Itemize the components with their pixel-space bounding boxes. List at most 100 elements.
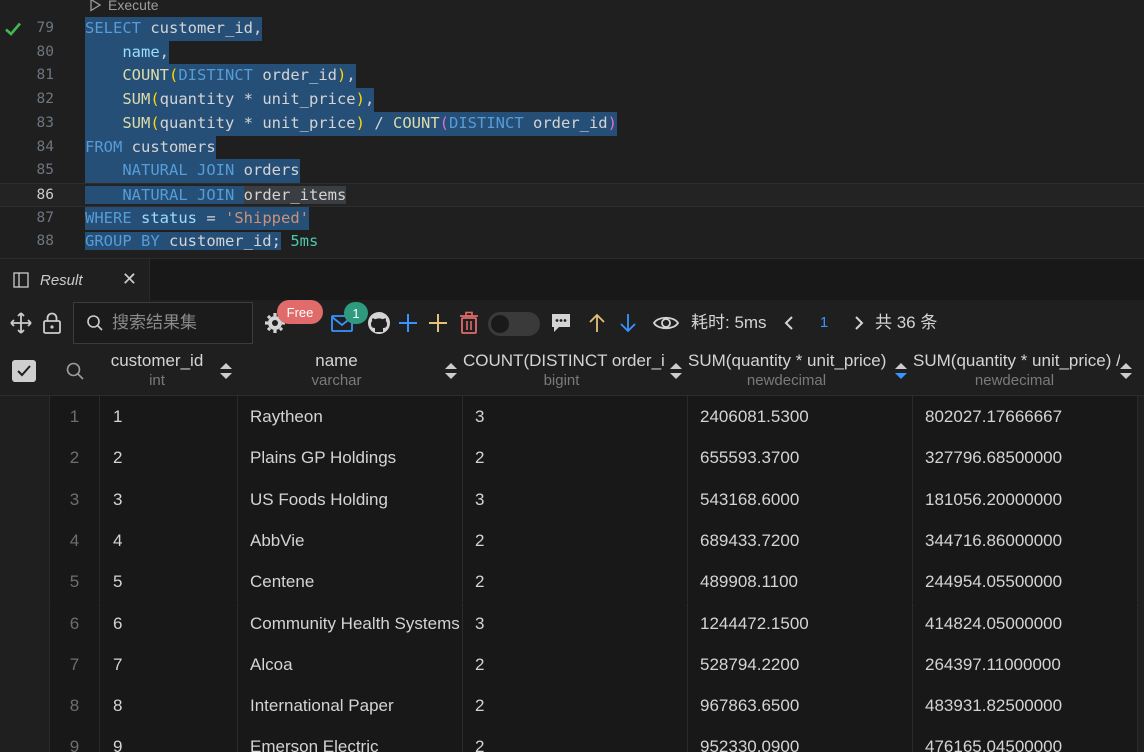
search-icon — [87, 315, 103, 331]
cell-avg-order[interactable]: 181056.20000000 — [913, 478, 1138, 520]
column-header-name[interactable]: name varchar — [238, 346, 463, 396]
code-line: 83 SUM(quantity * unit_price) / COUNT(DI… — [0, 111, 1144, 136]
cell-avg-order[interactable]: 476165.04500000 — [913, 726, 1138, 752]
arrow-down-icon[interactable] — [617, 300, 639, 346]
cell-customer-id[interactable]: 5 — [100, 561, 238, 603]
select-all-checkbox[interactable] — [12, 360, 36, 382]
cell-name[interactable]: US Foods Holding — [238, 478, 463, 520]
arrow-up-icon[interactable] — [586, 300, 608, 346]
cell-name[interactable]: AbbVie — [238, 519, 463, 562]
cell-order-count[interactable]: 2 — [463, 519, 688, 562]
cell-order-count[interactable]: 3 — [463, 478, 688, 520]
duration-hint: 5ms — [290, 232, 319, 251]
column-header-customer-id[interactable]: customer_id int — [100, 346, 238, 396]
cell-avg-order[interactable]: 344716.86000000 — [913, 519, 1138, 562]
table-row[interactable]: 9 9 Emerson Electric 2 952330.0900 476165.045… — [0, 726, 1144, 752]
cell-name[interactable]: Raytheon — [238, 396, 463, 438]
cell-order-count[interactable]: 2 — [463, 437, 688, 479]
lock-icon[interactable] — [40, 300, 64, 346]
mail-count-badge: 1 — [344, 302, 368, 324]
sort-icon[interactable] — [218, 360, 234, 382]
line-number: 83 — [36, 114, 54, 131]
cell-sum-total[interactable]: 655593.3700 — [688, 437, 913, 479]
sort-icon[interactable] — [443, 360, 459, 382]
add-row-icon[interactable] — [396, 300, 420, 346]
cell-name[interactable]: Plains GP Holdings — [238, 437, 463, 479]
cell-order-count[interactable]: 2 — [463, 643, 688, 686]
table-row[interactable]: 3 3 US Foods Holding 3 543168.6000 181056.200… — [0, 478, 1144, 520]
column-header-avg-order[interactable]: SUM(quantity * unit_price) / COUNT(DISTI… — [913, 346, 1144, 396]
cell-order-count[interactable]: 2 — [463, 726, 688, 752]
cell-name[interactable]: Community Health Systems — [238, 602, 463, 644]
sort-desc-icon[interactable] — [893, 360, 909, 382]
cell-sum-total[interactable]: 489908.1100 — [688, 561, 913, 603]
row-gutter — [0, 561, 50, 603]
free-badge[interactable]: Free — [277, 300, 323, 324]
cell-name[interactable]: International Paper — [238, 685, 463, 727]
search-input[interactable] — [112, 313, 252, 333]
cell-name[interactable]: Emerson Electric — [238, 726, 463, 752]
cell-order-count[interactable]: 3 — [463, 396, 688, 438]
comment-icon[interactable] — [549, 300, 573, 346]
cell-order-count[interactable]: 2 — [463, 561, 688, 603]
table-row[interactable]: 8 8 International Paper 2 967863.6500 483931.… — [0, 685, 1144, 727]
chevron-left-icon[interactable] — [780, 300, 798, 346]
cell-customer-id[interactable]: 2 — [100, 437, 238, 479]
cell-customer-id[interactable]: 3 — [100, 478, 238, 520]
cell-sum-total[interactable]: 528794.2200 — [688, 643, 913, 686]
cell-name[interactable]: Centene — [238, 561, 463, 603]
chevron-right-icon[interactable] — [850, 300, 868, 346]
cell-sum-total[interactable]: 689433.7200 — [688, 519, 913, 562]
cell-sum-total[interactable]: 967863.6500 — [688, 685, 913, 727]
table-row[interactable]: 1 1 Raytheon 3 2406081.5300 802027.17666667 — [0, 396, 1144, 438]
tab-result[interactable]: Result ✕ — [0, 259, 150, 301]
cell-avg-order[interactable]: 483931.82500000 — [913, 685, 1138, 727]
cell-customer-id[interactable]: 9 — [100, 726, 238, 752]
cell-customer-id[interactable]: 1 — [100, 396, 238, 438]
github-icon[interactable] — [366, 300, 392, 346]
code-line: 81 COUNT(DISTINCT order_id), — [0, 64, 1144, 89]
cell-avg-order[interactable]: 264397.11000000 — [913, 643, 1138, 686]
cell-avg-order[interactable]: 414824.05000000 — [913, 602, 1138, 644]
cell-sum-total[interactable]: 2406081.5300 — [688, 396, 913, 438]
sort-icon[interactable] — [668, 360, 684, 382]
cell-customer-id[interactable]: 4 — [100, 519, 238, 562]
eye-icon[interactable] — [652, 300, 680, 346]
cell-avg-order[interactable]: 802027.17666667 — [913, 396, 1138, 438]
sort-icon[interactable] — [1118, 360, 1134, 382]
table-row[interactable]: 7 7 Alcoa 2 528794.2200 264397.11000000 — [0, 643, 1144, 686]
cell-name[interactable]: Alcoa — [238, 643, 463, 686]
table-row[interactable]: 5 5 Centene 2 489908.1100 244954.05500000 — [0, 561, 1144, 603]
cell-customer-id[interactable]: 6 — [100, 602, 238, 644]
cell-sum-total[interactable]: 543168.6000 — [688, 478, 913, 520]
edit-mode-toggle[interactable] — [488, 312, 540, 336]
trash-icon[interactable] — [457, 300, 481, 346]
column-header-count-orders[interactable]: COUNT(DISTINCT order_id) bigint — [463, 346, 688, 396]
row-index: 7 — [50, 643, 100, 686]
execute-codelens[interactable]: Execute — [88, 0, 159, 13]
move-icon[interactable] — [8, 300, 34, 346]
result-toolbar: Free 1 耗时: 5ms 1 共 36 条 — [0, 300, 1144, 346]
cell-avg-order[interactable]: 327796.68500000 — [913, 437, 1138, 479]
execute-label: Execute — [108, 0, 159, 13]
cell-order-count[interactable]: 2 — [463, 685, 688, 727]
page-number[interactable]: 1 — [815, 300, 833, 346]
cell-customer-id[interactable]: 7 — [100, 643, 238, 686]
grid-search-icon[interactable] — [50, 346, 100, 396]
sql-editor[interactable]: Execute 79 SELECT customer_id, 80 name, … — [0, 0, 1144, 258]
result-search[interactable] — [73, 302, 253, 344]
cell-order-count[interactable]: 3 — [463, 602, 688, 644]
close-icon[interactable]: ✕ — [122, 269, 137, 290]
row-index: 9 — [50, 726, 100, 752]
table-row[interactable]: 6 6 Community Health Systems 3 1244472.1500 4… — [0, 602, 1144, 644]
row-gutter — [0, 519, 50, 562]
cell-sum-total[interactable]: 952330.0900 — [688, 726, 913, 752]
table-row[interactable]: 2 2 Plains GP Holdings 2 655593.3700 327796.6… — [0, 437, 1144, 479]
table-row[interactable]: 4 4 AbbVie 2 689433.7200 344716.86000000 — [0, 519, 1144, 562]
column-header-sum-total[interactable]: SUM(quantity * unit_price) newdecimal — [688, 346, 913, 396]
add-column-icon[interactable] — [426, 300, 450, 346]
cell-avg-order[interactable]: 244954.05500000 — [913, 561, 1138, 603]
column-name: COUNT(DISTINCT order_id) — [463, 351, 664, 370]
cell-customer-id[interactable]: 8 — [100, 685, 238, 727]
cell-sum-total[interactable]: 1244472.1500 — [688, 602, 913, 644]
